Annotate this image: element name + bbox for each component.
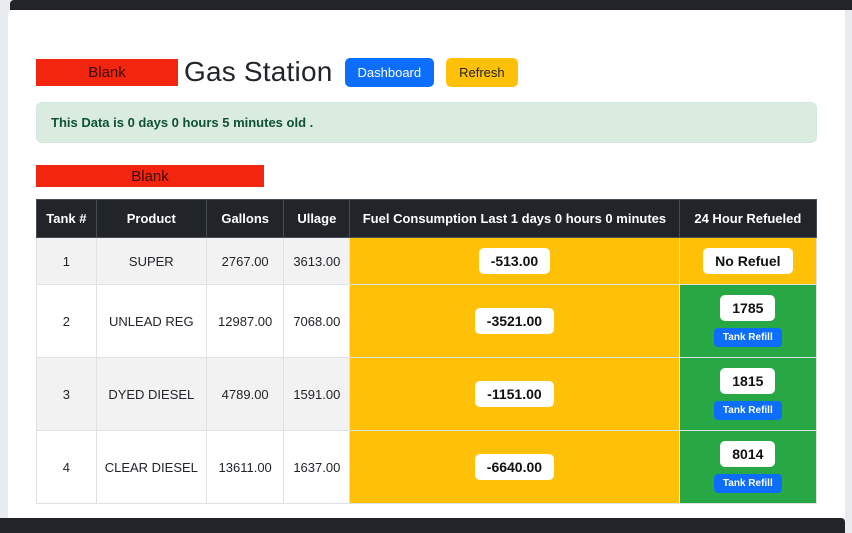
tank-number-cell: 1 xyxy=(36,237,97,285)
consumption-badge: -513.00 xyxy=(478,248,551,274)
tank-status-table: Tank # Product Gallons Ullage Fuel Consu… xyxy=(36,199,818,504)
ullage-cell: 1591.00 xyxy=(283,357,351,431)
consumption-cell: -1151.00 xyxy=(349,357,680,431)
refuel-amount-badge: 1815 xyxy=(720,368,776,394)
refueled-cell: No Refuel xyxy=(678,237,818,285)
dashboard-button[interactable]: Dashboard xyxy=(344,57,435,87)
page-header: Blank Gas Station Dashboard Refresh xyxy=(36,56,817,88)
header-tank: Tank # xyxy=(36,199,97,238)
table-header: Tank # Product Gallons Ullage Fuel Consu… xyxy=(36,199,818,238)
data-age-alert-text: This Data is 0 days 0 hours 5 minutes ol… xyxy=(51,115,314,130)
product-cell: DYED DIESEL xyxy=(95,357,207,431)
redacted-section-label: Blank xyxy=(131,167,169,185)
refuel-amount-badge: 8014 xyxy=(720,441,776,467)
redacted-label: Blank xyxy=(88,63,126,81)
ullage-cell: 3613.00 xyxy=(283,237,351,285)
tank-number-cell: 2 xyxy=(36,284,97,358)
data-age-alert: This Data is 0 days 0 hours 5 minutes ol… xyxy=(36,102,817,143)
redacted-station-name: Blank xyxy=(36,58,178,86)
ullage-cell: 7068.00 xyxy=(283,284,351,358)
gallons-cell: 12987.00 xyxy=(205,284,285,358)
refresh-button[interactable]: Refresh xyxy=(446,57,518,87)
consumption-cell: -6640.00 xyxy=(349,430,680,504)
consumption-cell: -513.00 xyxy=(349,237,680,285)
tank-refill-button[interactable]: Tank Refill xyxy=(713,401,782,420)
header-consumption: Fuel Consumption Last 1 days 0 hours 0 m… xyxy=(349,199,680,238)
no-refuel-badge: No Refuel xyxy=(703,248,793,274)
header-ullage: Ullage xyxy=(283,199,351,238)
gallons-cell: 4789.00 xyxy=(205,357,285,431)
redacted-section-title: Blank xyxy=(36,165,264,187)
tank-number-cell: 4 xyxy=(36,430,97,504)
consumption-badge: -1151.00 xyxy=(475,381,554,407)
consumption-cell: -3521.00 xyxy=(349,284,680,358)
refueled-cell: 8014 Tank Refill xyxy=(678,430,818,504)
table-row: 3 DYED DIESEL 4789.00 1591.00 -1151.00 1… xyxy=(36,357,818,431)
main-panel: Blank Gas Station Dashboard Refresh This… xyxy=(8,10,845,518)
top-navbar xyxy=(10,0,852,10)
refuel-amount-badge: 1785 xyxy=(720,295,776,321)
refueled-cell: 1815 Tank Refill xyxy=(678,357,818,431)
header-gallons: Gallons xyxy=(205,199,285,238)
tank-number-cell: 3 xyxy=(36,357,97,431)
table-row: 4 CLEAR DIESEL 13611.00 1637.00 -6640.00… xyxy=(36,430,818,504)
product-cell: UNLEAD REG xyxy=(95,284,207,358)
consumption-badge: -3521.00 xyxy=(474,308,555,334)
table-row: 1 SUPER 2767.00 3613.00 -513.00 No Refue… xyxy=(36,237,818,285)
tank-refill-button[interactable]: Tank Refill xyxy=(713,474,782,493)
bottom-navbar xyxy=(0,518,845,533)
header-product: Product xyxy=(95,199,207,238)
consumption-badge: -6640.00 xyxy=(474,454,555,480)
page-title: Gas Station xyxy=(184,56,333,87)
tank-refill-button[interactable]: Tank Refill xyxy=(713,328,782,347)
table-row: 2 UNLEAD REG 12987.00 7068.00 -3521.00 1… xyxy=(36,284,818,358)
product-cell: CLEAR DIESEL xyxy=(95,430,207,504)
gallons-cell: 2767.00 xyxy=(205,237,285,285)
gallons-cell: 13611.00 xyxy=(205,430,285,504)
refueled-cell: 1785 Tank Refill xyxy=(678,284,818,358)
header-refueled: 24 Hour Refueled xyxy=(678,199,818,238)
ullage-cell: 1637.00 xyxy=(283,430,351,504)
product-cell: SUPER xyxy=(95,237,207,285)
